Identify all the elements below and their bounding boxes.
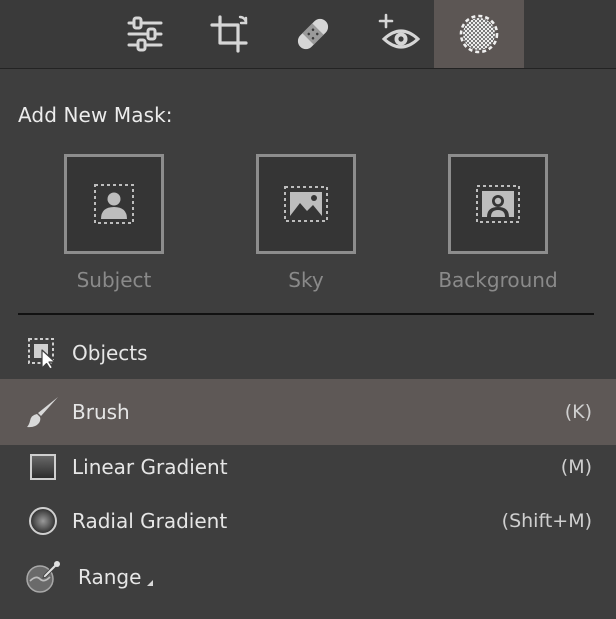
brush-tool-row[interactable]: Brush (K) bbox=[0, 379, 616, 445]
select-subject-tile[interactable]: Subject bbox=[14, 154, 214, 292]
objects-icon bbox=[28, 338, 56, 370]
masking-icon bbox=[459, 14, 499, 54]
bandage-icon bbox=[297, 18, 329, 50]
radial-gradient-tool-row[interactable]: Radial Gradient (Shift+M) bbox=[0, 495, 616, 547]
healing-tool-button[interactable] bbox=[268, 0, 358, 68]
crop-tool-button[interactable] bbox=[184, 0, 274, 68]
select-sky-button[interactable] bbox=[256, 154, 356, 254]
radial-gradient-icon bbox=[29, 507, 57, 535]
select-sky-tile[interactable]: Sky bbox=[206, 154, 406, 292]
brush-icon-wrap bbox=[22, 392, 64, 432]
background-label: Background bbox=[438, 268, 558, 292]
radial-gradient-icon-wrap bbox=[22, 501, 64, 541]
sky-icon bbox=[284, 186, 328, 222]
masking-panel: Add New Mask: Subject Sky Background Obj… bbox=[0, 69, 616, 619]
radial-gradient-shortcut: (Shift+M) bbox=[501, 510, 592, 532]
sky-label: Sky bbox=[288, 268, 324, 292]
range-label: Range bbox=[78, 565, 142, 589]
subject-icon bbox=[94, 184, 134, 224]
select-subject-button[interactable] bbox=[64, 154, 164, 254]
subject-label: Subject bbox=[76, 268, 152, 292]
add-new-mask-heading: Add New Mask: bbox=[18, 103, 173, 127]
sliders-icon bbox=[127, 16, 163, 52]
linear-gradient-tool-row[interactable]: Linear Gradient (M) bbox=[0, 441, 616, 493]
range-tool-row[interactable]: Range bbox=[0, 551, 616, 603]
section-divider bbox=[18, 313, 594, 315]
masking-tool-button[interactable] bbox=[434, 0, 524, 68]
edit-tool-button[interactable] bbox=[100, 0, 190, 68]
objects-tool-row[interactable]: Objects bbox=[0, 327, 616, 379]
range-icon bbox=[26, 560, 61, 593]
linear-gradient-icon bbox=[30, 454, 56, 480]
linear-gradient-shortcut: (M) bbox=[560, 456, 592, 478]
radial-gradient-label: Radial Gradient bbox=[72, 509, 228, 533]
objects-label: Objects bbox=[72, 341, 148, 365]
brush-label: Brush bbox=[72, 400, 130, 424]
select-background-button[interactable] bbox=[448, 154, 548, 254]
range-icon-wrap bbox=[22, 557, 64, 597]
range-label-wrap: Range bbox=[78, 565, 154, 589]
crop-icon bbox=[210, 15, 248, 53]
objects-icon-wrap bbox=[22, 333, 64, 373]
linear-gradient-label: Linear Gradient bbox=[72, 455, 228, 479]
range-submenu-caret-icon[interactable] bbox=[147, 580, 154, 586]
background-icon bbox=[476, 185, 520, 223]
brush-shortcut: (K) bbox=[564, 401, 592, 423]
red-eye-icon bbox=[378, 13, 421, 49]
tool-strip bbox=[0, 0, 616, 69]
select-background-tile[interactable]: Background bbox=[398, 154, 598, 292]
brush-icon bbox=[27, 397, 58, 428]
linear-gradient-icon-wrap bbox=[22, 447, 64, 487]
red-eye-tool-button[interactable] bbox=[354, 0, 444, 68]
